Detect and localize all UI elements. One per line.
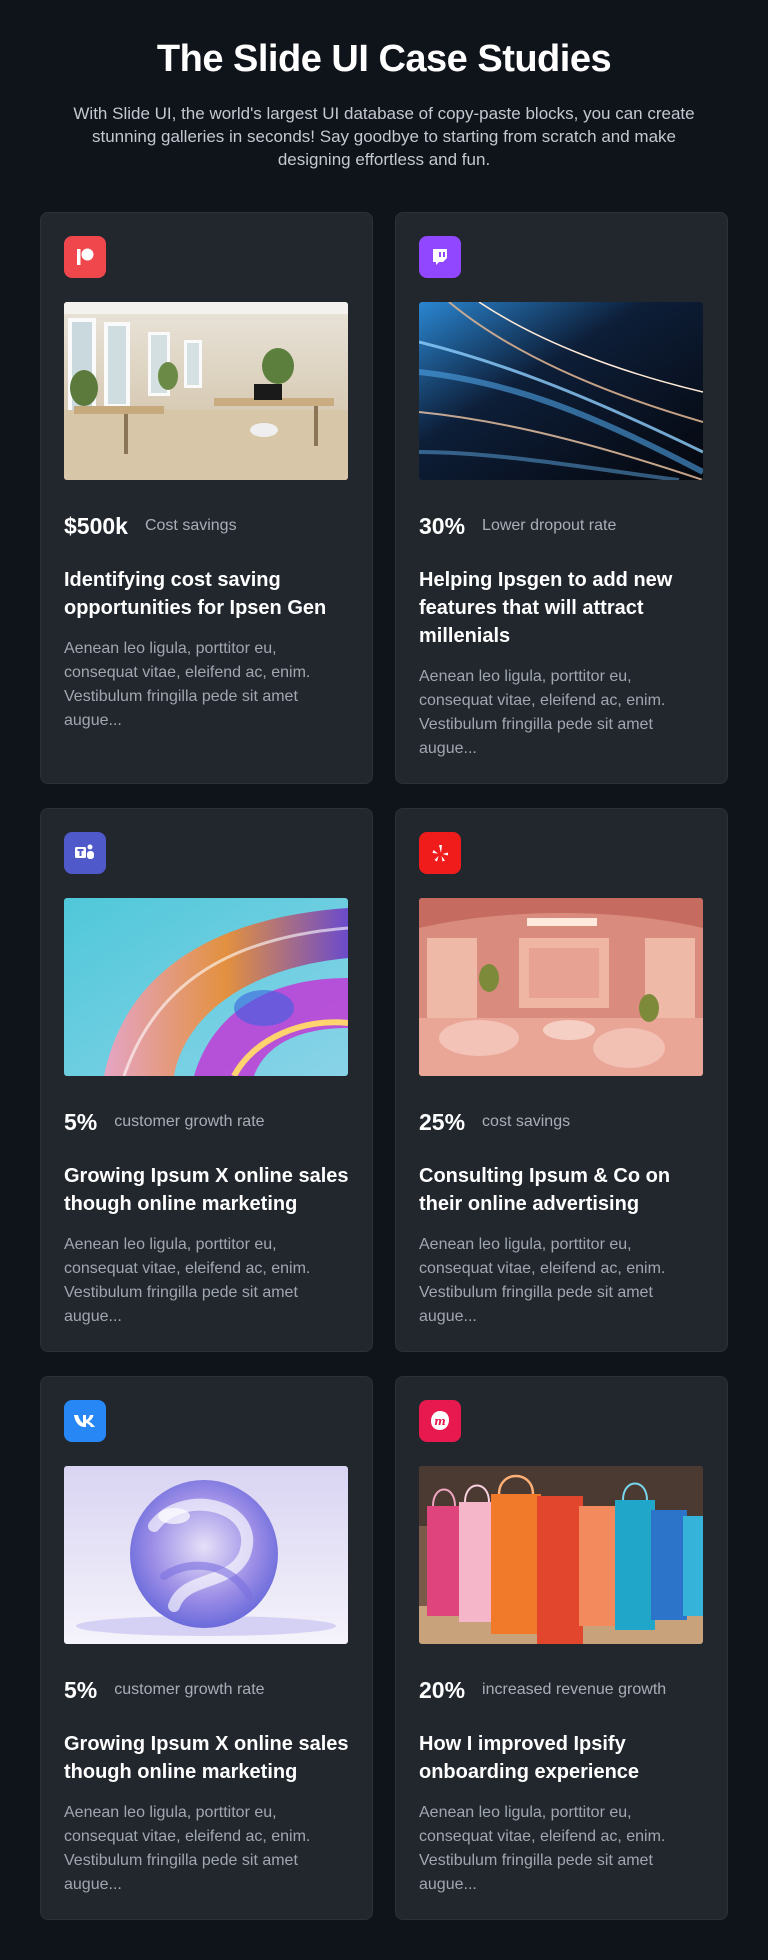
card-description: Aenean leo ligula, porttitor eu, consequ… [64,640,311,729]
card-title[interactable]: Growing Ipsum X online sales though onli… [64,1162,354,1218]
office-interior-image [64,302,348,480]
svg-text:m: m [434,1415,446,1428]
pink-store-interior-image [419,898,703,1076]
stat-value: 5% [64,1108,98,1135]
iridescent-wave-image [64,898,348,1076]
stat-label: Lower dropout rate [482,517,617,534]
case-study-card[interactable]: $500k Cost savings Identifying cost savi… [40,212,373,784]
glass-sphere-image [64,1466,348,1644]
stat: $500k Cost savings [64,511,237,541]
stat: 25% cost savings [419,1107,570,1137]
case-study-card[interactable]: 30% Lower dropout rate Helping Ipsgen to… [395,212,728,784]
light-streaks-image [419,302,703,480]
card-description: Aenean leo ligula, porttitor eu, consequ… [64,1804,311,1893]
shopping-bags-image [419,1466,703,1644]
stat-value: 5% [64,1676,98,1703]
stat-label: customer growth rate [114,1681,265,1698]
case-study-card[interactable]: 5% customer growth rate Growing Ipsum X … [40,1376,373,1920]
patreon-icon [64,236,106,278]
card-title[interactable]: Helping Ipsgen to add new features that … [419,566,709,650]
card-description: Aenean leo ligula, porttitor eu, consequ… [64,1236,311,1325]
stat-value: 20% [419,1676,466,1703]
stat-value: 30% [419,512,466,539]
card-description: Aenean leo ligula, porttitor eu, consequ… [419,1236,666,1325]
stat: 30% Lower dropout rate [419,511,616,541]
vk-icon [64,1400,106,1442]
stat: 5% customer growth rate [64,1107,265,1137]
stat-label: cost savings [482,1113,571,1130]
card-title[interactable]: How I improved Ipsify onboarding experie… [419,1730,709,1786]
case-study-card[interactable]: 25% cost savings Consulting Ipsum & Co o… [395,808,728,1352]
page-subtitle: With Slide UI, the world's largest UI da… [73,104,695,169]
teams-icon [64,832,106,874]
stat-label: increased revenue growth [482,1681,667,1698]
meetup-icon: m [419,1400,461,1442]
yelp-icon [419,832,461,874]
page-title: The Slide UI Case Studies [156,38,612,80]
stat: 20% increased revenue growth [419,1675,666,1705]
card-description: Aenean leo ligula, porttitor eu, consequ… [419,668,666,757]
card-title[interactable]: Identifying cost saving opportunities fo… [64,566,354,622]
twitch-icon [419,236,461,278]
card-title[interactable]: Growing Ipsum X online sales though onli… [64,1730,354,1786]
stat-label: customer growth rate [114,1113,265,1130]
card-title[interactable]: Consulting Ipsum & Co on their online ad… [419,1162,709,1218]
stat-value: $500k [64,512,128,539]
stat-label: Cost savings [144,517,237,534]
stat-value: 25% [419,1108,466,1135]
card-description: Aenean leo ligula, porttitor eu, consequ… [419,1804,666,1893]
case-study-card[interactable]: m 20% increased revenue growth How I imp… [395,1376,728,1920]
case-study-card[interactable]: 5% customer growth rate Growing Ipsum X … [40,808,373,1352]
stat: 5% customer growth rate [64,1675,265,1705]
